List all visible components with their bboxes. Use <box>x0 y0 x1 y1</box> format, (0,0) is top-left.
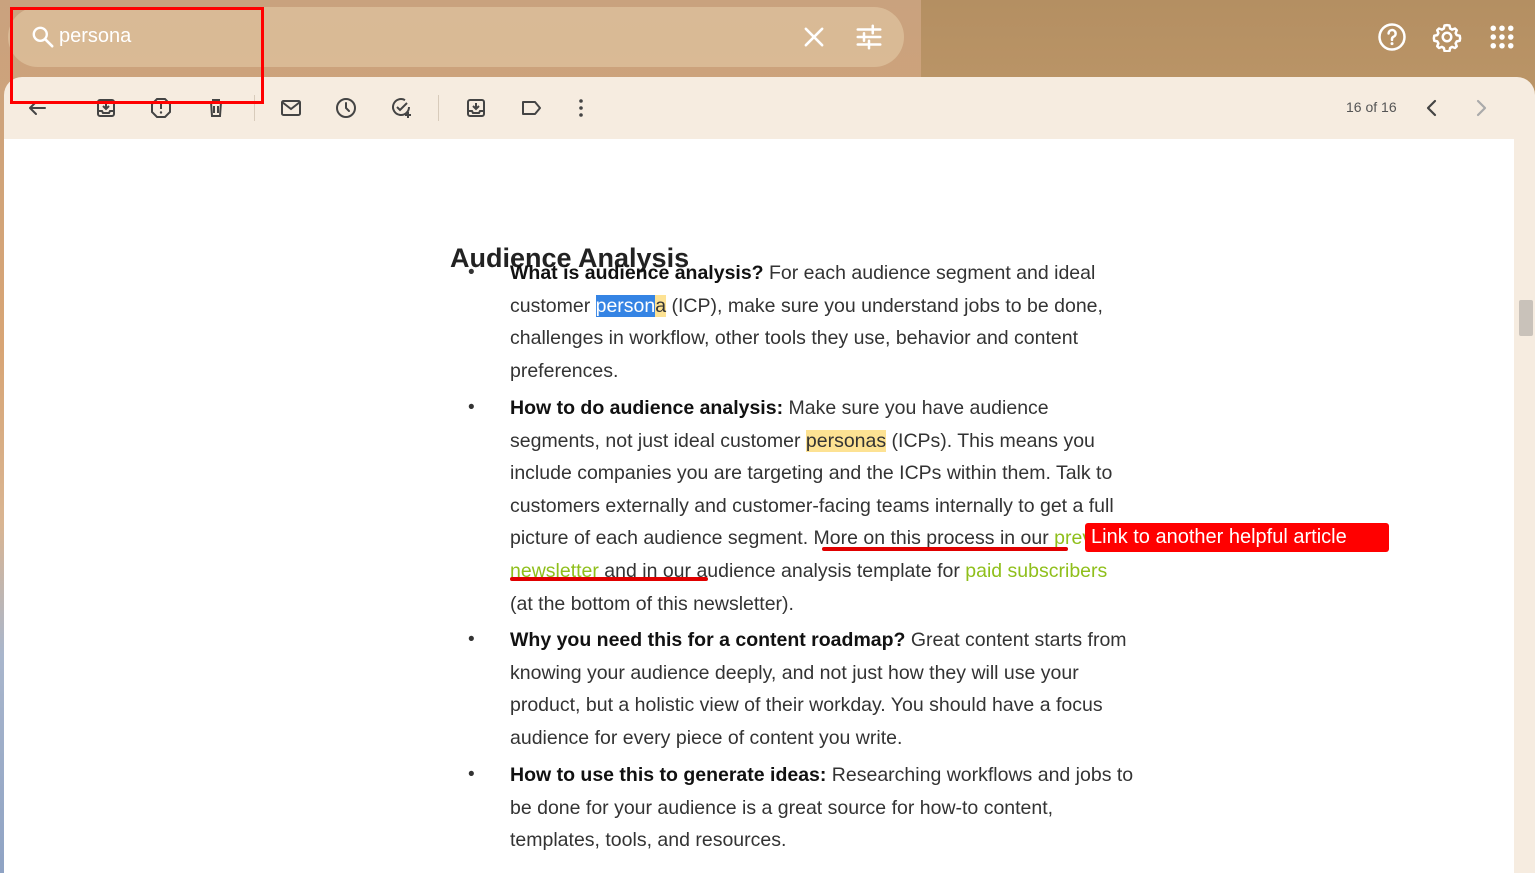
item-lead: How to do audience analysis: <box>510 397 784 419</box>
list-item-text: Why you need this for a content roadmap?… <box>510 624 1134 754</box>
bullet-dot: • <box>468 262 475 283</box>
list-item-text: What is audience analysis? For each audi… <box>510 257 1134 387</box>
snooze-clock-icon[interactable] <box>334 96 358 120</box>
mail-panel: 16 of 16 Audience Analysis • What is aud… <box>4 77 1535 873</box>
annotation-highlight-box <box>10 7 264 104</box>
help-icon[interactable] <box>1377 22 1407 52</box>
toolbar-divider <box>438 95 439 121</box>
move-to-icon[interactable] <box>464 96 488 120</box>
bullet-dot: • <box>468 397 475 418</box>
chevron-left-icon[interactable] <box>1420 96 1444 120</box>
list-item-text: How to do audience analysis: Make sure y… <box>510 392 1134 620</box>
search-highlight: a <box>655 294 667 317</box>
bullet-dot: • <box>468 764 475 785</box>
apps-grid-icon[interactable] <box>1487 22 1517 52</box>
more-vertical-icon[interactable] <box>569 96 593 120</box>
annotation-underline <box>510 577 708 581</box>
chevron-right-icon[interactable] <box>1469 96 1493 120</box>
gear-icon[interactable] <box>1432 22 1462 52</box>
email-body: Audience Analysis • What is audience ana… <box>4 139 1514 873</box>
list-item-text: How to use this to generate ideas: Resea… <box>510 759 1134 857</box>
item-lead: Why you need this for a content roadmap? <box>510 629 906 651</box>
search-highlight: personas <box>805 429 887 452</box>
paid-subscribers-link[interactable]: paid subscribers <box>965 560 1107 582</box>
close-icon[interactable] <box>800 23 828 51</box>
selected-text[interactable]: person <box>595 294 656 317</box>
pager-count: 16 of 16 <box>1346 99 1397 115</box>
item-lead: How to use this to generate ideas: <box>510 764 827 786</box>
item-lead: What is audience analysis? <box>510 262 764 284</box>
scrollbar-thumb[interactable] <box>1519 300 1533 336</box>
search-options-icon[interactable] <box>854 22 884 52</box>
bullet-dot: • <box>468 629 475 650</box>
annotation-underline <box>822 547 1068 551</box>
item-text: (at the bottom of this newsletter). <box>510 592 794 615</box>
scrollbar-track[interactable] <box>1514 140 1535 873</box>
annotation-callout: Link to another helpful article <box>1085 523 1389 552</box>
label-icon[interactable] <box>519 96 543 120</box>
mark-unread-icon[interactable] <box>279 96 303 120</box>
add-task-icon[interactable] <box>389 96 413 120</box>
